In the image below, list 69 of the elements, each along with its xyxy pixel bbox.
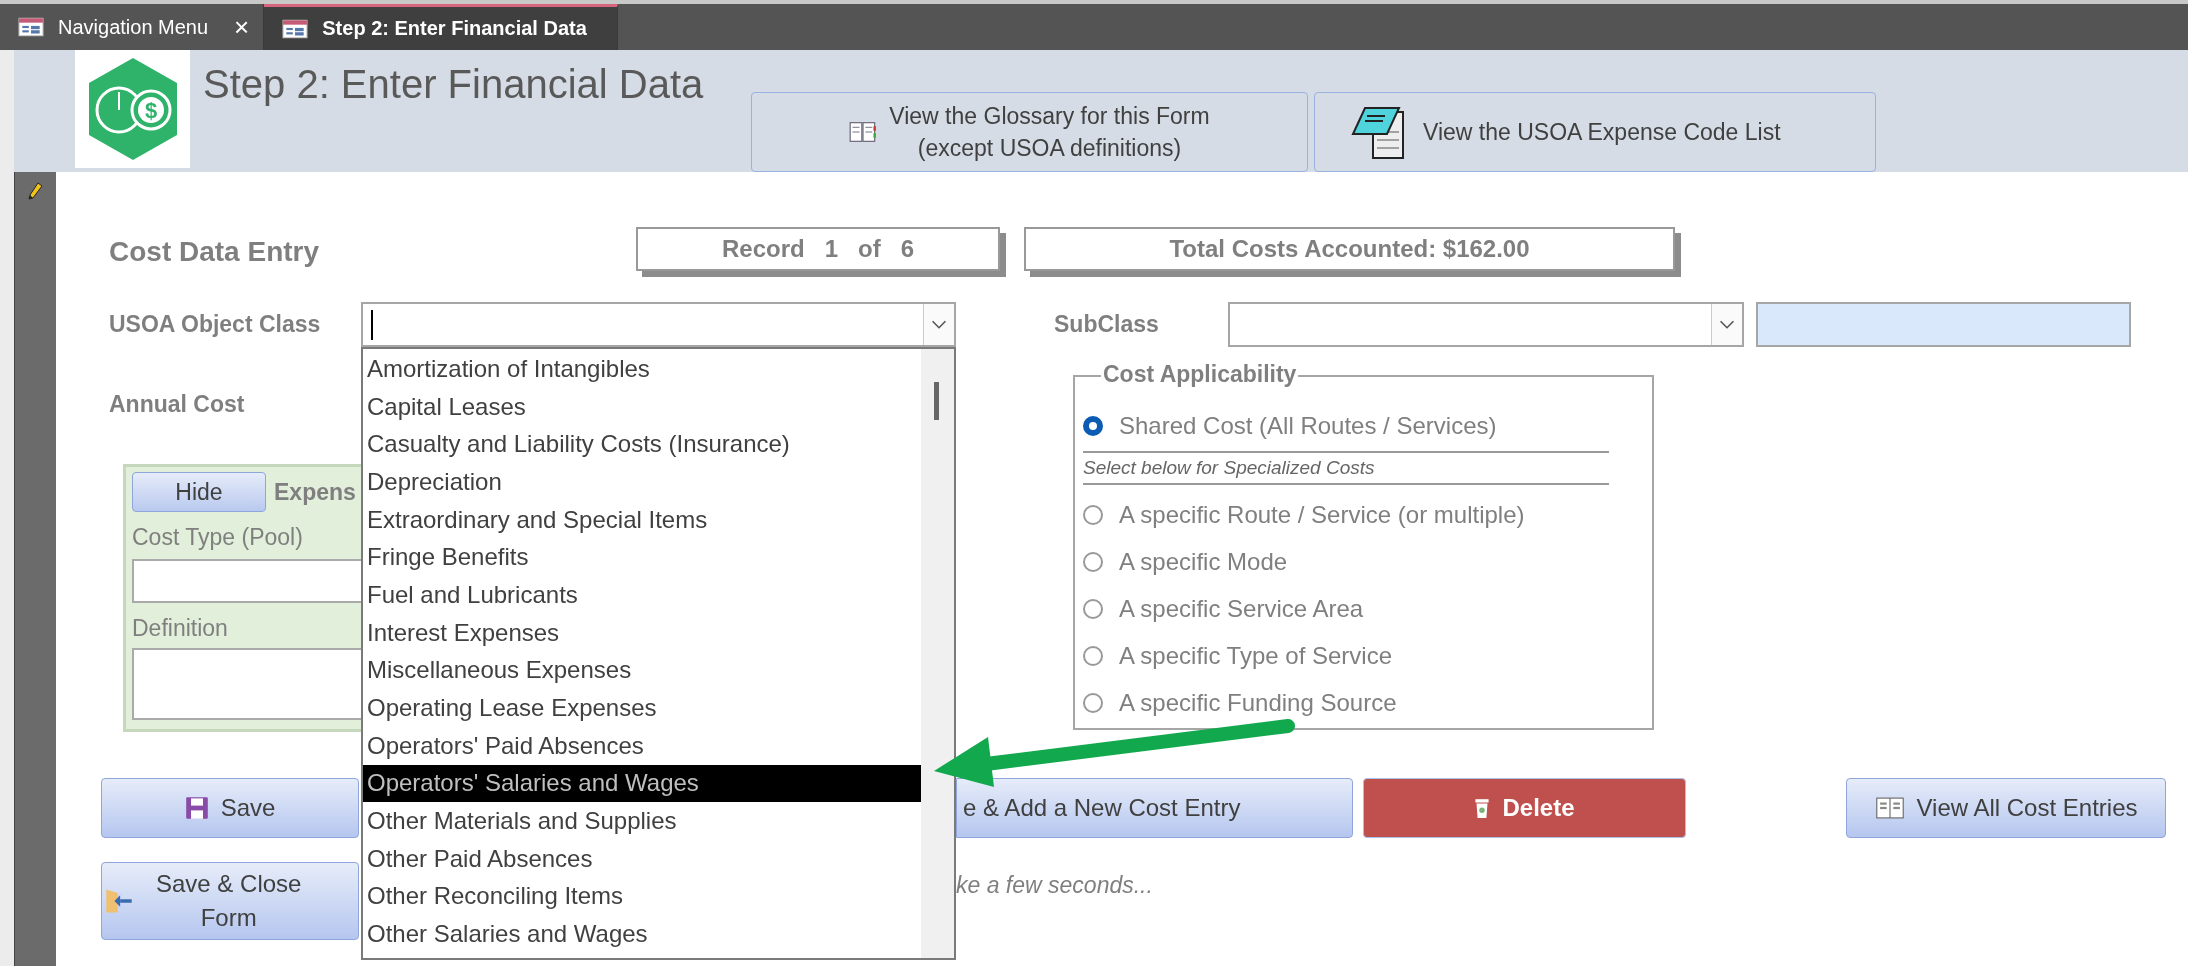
field-label: SubClass [1054,311,1160,338]
link-button[interactable]: View the Glossary for this Form (except USOA definitions) [751,92,1308,172]
option-label: A specific Route / Service (or multiple) [1119,500,1525,529]
list-item[interactable]: Amortization of Intangibles [363,350,921,388]
grid-icon [1874,797,1905,819]
radio-button[interactable] [1083,416,1103,436]
radio-button[interactable] [1083,504,1103,525]
scrollbar[interactable] [921,349,954,958]
option-label: A specific Mode [1119,547,1288,576]
list-item[interactable]: Fringe Benefits [363,538,921,577]
option-label: A specific Funding Source [1119,688,1397,717]
status-note: ke a few seconds... [956,872,1153,899]
save-close-button[interactable]: Save & Close Form [101,862,359,940]
book-icon [849,120,878,144]
group-legend: Cost Applicability [1101,361,1299,388]
list-item[interactable]: Casualty and Liability Costs (Insurance) [363,425,921,464]
list-item[interactable]: Other Paid Absences [363,839,921,878]
option-label: A specific Type of Service [1119,641,1393,670]
list-item[interactable]: Miscellaneous Expenses [363,651,921,690]
group-note: Select below for Specialized Costs [1083,451,1609,485]
combo-box[interactable] [361,302,956,347]
list-item[interactable]: Other Materials and Supplies [363,802,921,840]
record-selector[interactable] [14,172,56,966]
save-button[interactable]: Save [101,778,359,838]
input-field[interactable] [132,559,361,603]
radio-button[interactable] [1083,645,1103,666]
trash-icon [1474,797,1491,819]
option-label: Shared Cost (All Routes / Services) [1119,412,1497,440]
option-label: A specific Service Area [1119,594,1364,623]
form-icon [18,17,44,37]
form-icon [282,18,309,39]
link-button[interactable]: View the USOA Expense Code List [1314,92,1876,172]
radio-button[interactable] [1083,551,1103,572]
hide-button[interactable]: Hide [132,472,266,512]
dropdown-icon[interactable] [923,304,954,345]
total-costs: Total Costs Accounted: $162.00 [1024,226,1681,277]
list-item[interactable]: Other Salaries and Wages [363,915,921,953]
list-item[interactable]: Extraordinary and Special Items [363,500,921,539]
form-title: Step 2: Enter Financial Data [203,62,705,107]
pencil-icon [27,182,43,202]
record-counter: Record 1 of 6 [636,226,1006,277]
field-label: Annual Cost [109,391,245,418]
list-item[interactable]: Operators' Paid Absences [363,726,921,765]
combo-box[interactable] [1228,302,1744,347]
logo-icon: $ [75,50,190,168]
field-label: Cost Type (Pool) [132,524,304,551]
field-label: Definition [132,615,229,642]
add-entry-button[interactable]: e & Add a New Cost Entry [956,778,1353,838]
list-item[interactable]: Depreciation [363,463,921,501]
delete-button[interactable]: Delete [1363,778,1686,838]
section-title: Cost Data Entry [109,235,321,268]
exit-door-icon [104,887,134,915]
document-tab[interactable]: Step 2: Enter Financial Data [264,4,618,50]
floppy-icon [184,796,209,820]
list-item[interactable]: Other Reconciling Items [363,877,921,916]
list-item[interactable]: Fuel and Lubricants [363,576,921,614]
field-label: USOA Object Class [109,311,322,338]
panel-heading: Expens [274,478,356,506]
list-item[interactable]: Capital Leases [363,387,921,426]
radio-button[interactable] [1083,692,1103,713]
input-field[interactable] [1756,302,2131,347]
view-entries-button[interactable]: View All Cost Entries [1846,778,2166,838]
list-item[interactable]: Operators' Salaries and Wages [363,764,921,803]
list-item[interactable]: Operating Lease Expenses [363,689,921,727]
close-button[interactable]: × [234,11,250,43]
list-item[interactable]: Interest Expenses [363,613,921,652]
text-area[interactable] [132,648,361,720]
radio-button[interactable] [1083,598,1103,619]
dropdown-icon[interactable] [1711,304,1742,345]
